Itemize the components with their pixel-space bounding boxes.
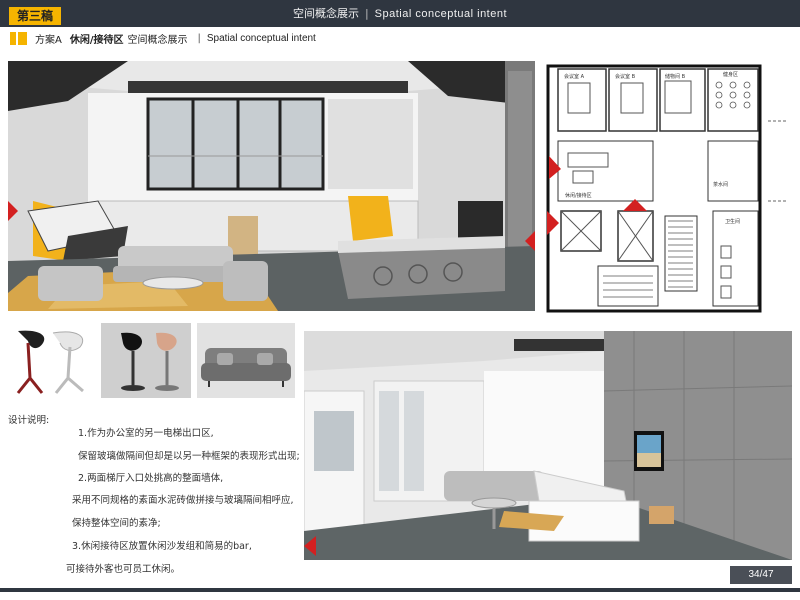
description-line: 采用不同规格的素面水泥砖做拼接与玻璃隔间相呼应,	[72, 495, 294, 506]
footer-bar	[0, 588, 800, 592]
room-label: 茶水间	[713, 181, 728, 188]
area-label: 休闲/接待区	[69, 34, 124, 46]
accent-block	[10, 31, 16, 45]
furniture-image-bar-stool-red	[8, 323, 96, 398]
room-label: 会议室 B	[615, 73, 636, 80]
description-line: 保持整体空间的素净;	[72, 518, 161, 529]
lounge-render-secondary	[304, 331, 792, 560]
description-line: 3.休闲接待区放置休闲沙发组和简易的bar,	[72, 541, 252, 552]
room-label: 储物间 B	[665, 73, 686, 80]
furniture-image-sofa	[197, 323, 295, 398]
description-line: 保留玻璃做隔间但却是以另一种框架的表现形式出现;	[78, 451, 300, 462]
header-title: 空间概念展示 | Spatial conceptual intent	[0, 0, 800, 27]
page-number: 34/47	[730, 566, 792, 584]
accent-block	[18, 31, 27, 45]
description-line: 2.两面梯厅入口处挑高的整面墙体,	[78, 473, 224, 484]
header-title-cn: 空间概念展示	[292, 7, 359, 20]
description-line: 1.作为办公室的另一电梯出口区,	[78, 428, 214, 439]
header-title-separator: |	[364, 7, 369, 20]
room-label: 卫生间	[725, 218, 740, 225]
room-label: 休闲/接待区	[565, 192, 592, 199]
room-label: 会议室 A	[564, 73, 585, 80]
header-title-en: Spatial conceptual intent	[374, 8, 508, 20]
description-heading: 设计说明:	[8, 415, 50, 426]
section-separator: |	[197, 32, 201, 44]
lounge-render-main	[8, 61, 535, 311]
floor-plan: 会议室 A 会议室 B 储物间 B 休闲/接待区 茶水间 卫生间 健身区	[543, 61, 793, 321]
section-heading: 方案A 休闲/接待区 空间概念展示 | Spatial conceptual i…	[10, 30, 316, 46]
description-line: 可接待外客也可员工休闲。	[66, 564, 181, 575]
scheme-label: 方案A	[35, 34, 62, 46]
section-title-cn: 空间概念展示	[127, 34, 188, 46]
room-label: 健身区	[723, 71, 738, 78]
section-title-en: Spatial conceptual intent	[206, 32, 316, 44]
furniture-image-bar-stool-black	[101, 323, 191, 398]
